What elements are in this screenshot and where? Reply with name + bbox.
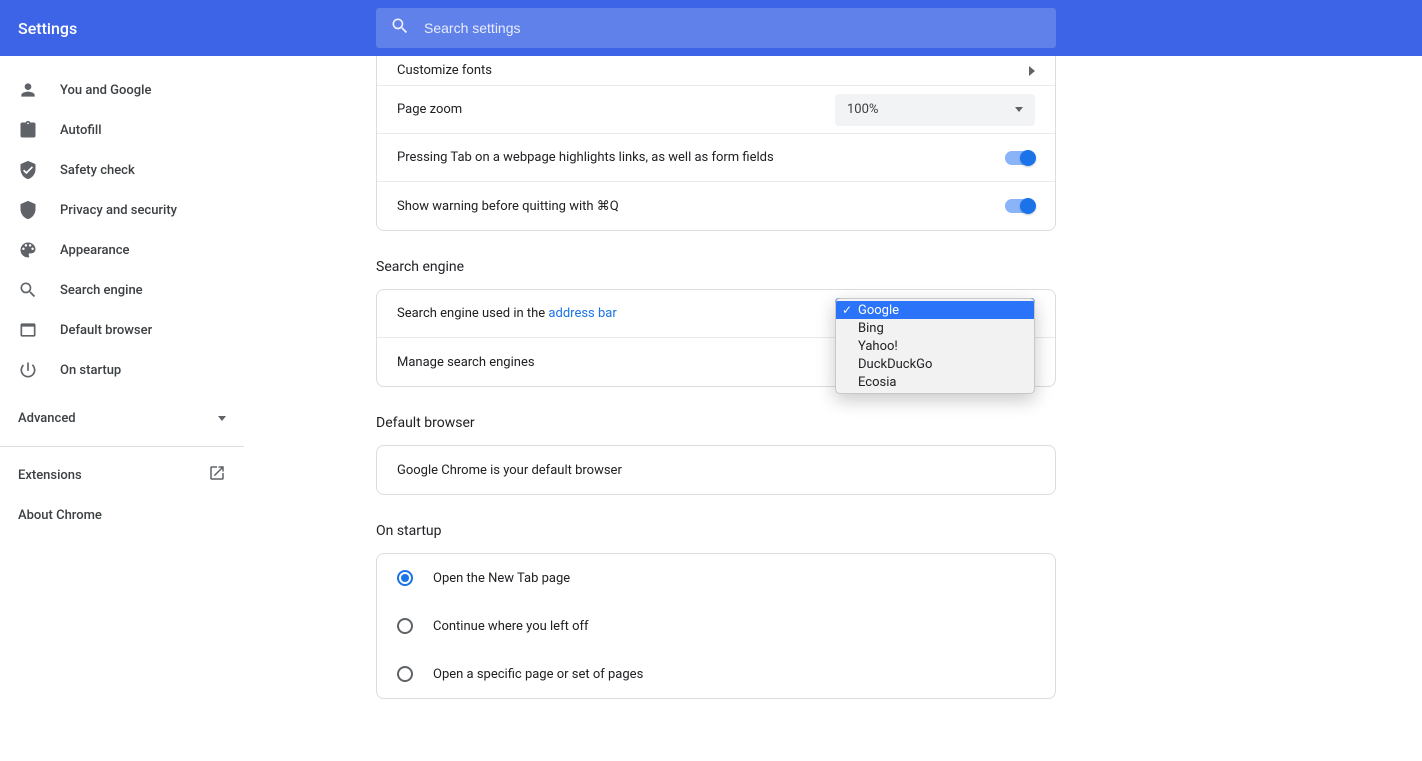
dropdown-option-google[interactable]: Google — [836, 301, 1034, 319]
chevron-right-icon — [1029, 66, 1035, 76]
advanced-label: Advanced — [18, 411, 76, 426]
manage-search-engines-label: Manage search engines — [397, 355, 535, 370]
sidebar-item-autofill[interactable]: Autofill — [0, 110, 244, 150]
page-zoom-row: Page zoom 100% — [377, 86, 1055, 134]
main-content: Customize fonts Page zoom 100% Pressing … — [244, 56, 1422, 761]
page-zoom-select[interactable]: 100% — [835, 94, 1035, 126]
power-icon — [18, 360, 38, 380]
search-engine-row: Search engine used in the address bar Go… — [377, 290, 1055, 338]
open-external-icon — [208, 464, 226, 486]
default-browser-card: Google Chrome is your default browser — [376, 445, 1056, 495]
radio-icon — [397, 618, 413, 634]
sidebar-about-chrome[interactable]: About Chrome — [0, 495, 244, 535]
dropdown-option-yahoo[interactable]: Yahoo! — [836, 337, 1034, 355]
chevron-down-icon — [218, 416, 226, 421]
dropdown-option-ecosia[interactable]: Ecosia — [836, 373, 1034, 391]
radio-icon — [397, 570, 413, 586]
search-engine-card: Search engine used in the address bar Go… — [376, 289, 1056, 387]
on-startup-title: On startup — [376, 523, 1056, 539]
sidebar-divider — [0, 446, 244, 447]
sidebar-item-label: Appearance — [60, 243, 129, 258]
radio-icon — [397, 666, 413, 682]
window-icon — [18, 320, 38, 340]
sidebar-item-default-browser[interactable]: Default browser — [0, 310, 244, 350]
dropdown-option-duckduckgo[interactable]: DuckDuckGo — [836, 355, 1034, 373]
sidebar-item-privacy[interactable]: Privacy and security — [0, 190, 244, 230]
extensions-label: Extensions — [18, 468, 82, 483]
sidebar-extensions[interactable]: Extensions — [0, 455, 244, 495]
tab-highlight-toggle[interactable] — [1005, 151, 1035, 165]
search-container[interactable] — [376, 8, 1056, 48]
dropdown-option-bing[interactable]: Bing — [836, 319, 1034, 337]
tab-highlight-row: Pressing Tab on a webpage highlights lin… — [377, 134, 1055, 182]
page-zoom-value: 100% — [847, 102, 878, 117]
sidebar-item-search-engine[interactable]: Search engine — [0, 270, 244, 310]
address-bar-link[interactable]: address bar — [548, 306, 616, 321]
palette-icon — [18, 240, 38, 260]
sidebar: You and Google Autofill Safety check Pri… — [0, 56, 244, 761]
default-browser-row: Google Chrome is your default browser — [377, 446, 1055, 494]
page-title: Settings — [18, 19, 77, 38]
customize-fonts-label: Customize fonts — [397, 63, 492, 78]
startup-option-continue[interactable]: Continue where you left off — [377, 602, 1055, 650]
startup-option-label: Open the New Tab page — [433, 571, 570, 586]
quit-warning-label: Show warning before quitting with ⌘Q — [397, 199, 619, 214]
on-startup-card: Open the New Tab page Continue where you… — [376, 553, 1056, 699]
startup-option-specific-page[interactable]: Open a specific page or set of pages — [377, 650, 1055, 698]
sidebar-item-on-startup[interactable]: On startup — [0, 350, 244, 390]
clipboard-icon — [18, 120, 38, 140]
shield-icon — [18, 200, 38, 220]
default-browser-title: Default browser — [376, 415, 1056, 431]
appearance-card: Customize fonts Page zoom 100% Pressing … — [376, 56, 1056, 231]
search-engine-label: Search engine used in the address bar — [397, 306, 617, 321]
search-input[interactable] — [424, 20, 1042, 36]
page-zoom-label: Page zoom — [397, 102, 462, 117]
person-icon — [18, 80, 38, 100]
search-engine-title: Search engine — [376, 259, 1056, 275]
customize-fonts-row[interactable]: Customize fonts — [377, 56, 1055, 86]
search-icon — [390, 16, 410, 40]
startup-option-label: Open a specific page or set of pages — [433, 667, 643, 682]
sidebar-advanced[interactable]: Advanced — [0, 398, 244, 438]
header: Settings — [0, 0, 1422, 56]
sidebar-item-appearance[interactable]: Appearance — [0, 230, 244, 270]
sidebar-item-label: Privacy and security — [60, 203, 177, 218]
sidebar-item-safety-check[interactable]: Safety check — [0, 150, 244, 190]
tab-highlight-label: Pressing Tab on a webpage highlights lin… — [397, 150, 774, 165]
quit-warning-toggle[interactable] — [1005, 199, 1035, 213]
shield-check-icon — [18, 160, 38, 180]
chevron-down-icon — [1015, 107, 1023, 112]
search-icon — [18, 280, 38, 300]
about-label: About Chrome — [18, 508, 102, 523]
default-browser-message: Google Chrome is your default browser — [397, 463, 622, 478]
sidebar-item-label: Search engine — [60, 283, 143, 298]
sidebar-item-you-and-google[interactable]: You and Google — [0, 70, 244, 110]
startup-option-label: Continue where you left off — [433, 619, 589, 634]
sidebar-item-label: Default browser — [60, 323, 152, 338]
sidebar-item-label: You and Google — [60, 83, 151, 98]
quit-warning-row: Show warning before quitting with ⌘Q — [377, 182, 1055, 230]
startup-option-new-tab[interactable]: Open the New Tab page — [377, 554, 1055, 602]
sidebar-item-label: Safety check — [60, 163, 135, 178]
sidebar-item-label: Autofill — [60, 123, 102, 138]
sidebar-item-label: On startup — [60, 363, 121, 378]
search-engine-dropdown: Google Bing Yahoo! DuckDuckGo Ecosia — [835, 298, 1035, 394]
